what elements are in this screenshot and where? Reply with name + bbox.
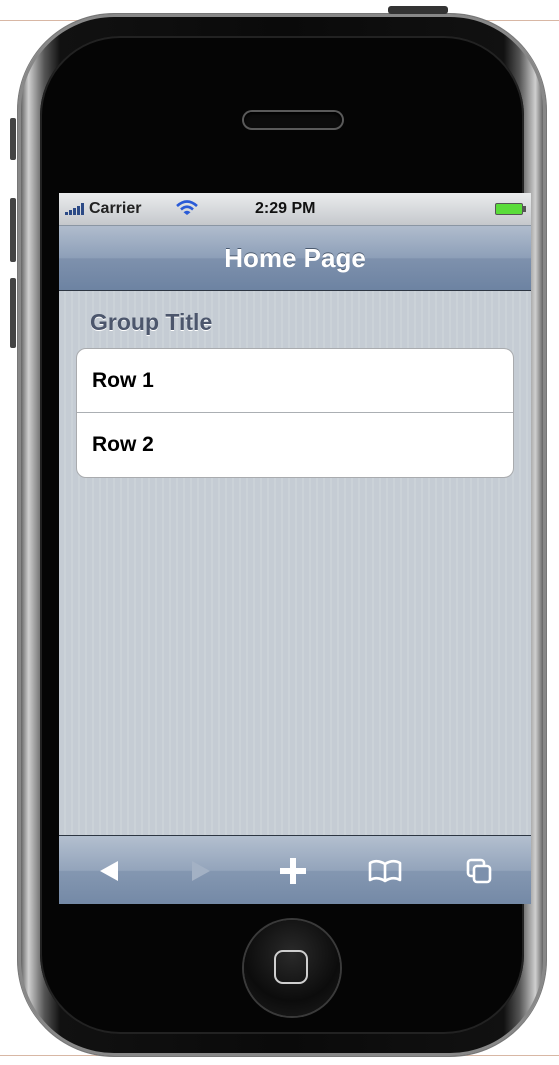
volume-down-button [10, 278, 16, 348]
battery-icon [495, 203, 526, 215]
forward-button[interactable] [171, 836, 231, 904]
wifi-icon [175, 199, 199, 222]
side-switch [10, 118, 16, 160]
sleep-button [388, 6, 448, 14]
home-button[interactable] [244, 920, 340, 1016]
signal-bars-icon [65, 203, 84, 215]
pages-button[interactable] [449, 836, 509, 904]
back-arrow-icon [100, 860, 118, 881]
page-title: Home Page [224, 243, 366, 273]
status-bar: Carrier 2:29 PM [59, 193, 531, 226]
bookmarks-book-icon [368, 859, 402, 882]
back-button[interactable] [79, 836, 139, 904]
table-row-1[interactable]: Row 1 [77, 349, 513, 413]
forward-arrow-icon [192, 860, 210, 881]
carrier-label: Carrier [89, 200, 142, 217]
browser-toolbar [59, 835, 531, 904]
navigation-bar: Home Page [59, 226, 531, 291]
table-row-2[interactable]: Row 2 [77, 413, 513, 477]
add-plus-icon [280, 857, 306, 884]
home-square-icon [274, 950, 308, 984]
screen: Carrier 2:29 PM Home Page Group Title Ro… [59, 193, 531, 904]
grouped-table: Row 1 Row 2 [76, 348, 514, 478]
clock-time: 2:29 PM [255, 200, 316, 217]
bookmarks-button[interactable] [355, 836, 415, 904]
volume-up-button [10, 198, 16, 262]
pages-icon [466, 858, 492, 883]
earpiece-speaker [244, 112, 342, 128]
add-button[interactable] [263, 836, 323, 904]
group-title: Group Title [90, 309, 213, 335]
